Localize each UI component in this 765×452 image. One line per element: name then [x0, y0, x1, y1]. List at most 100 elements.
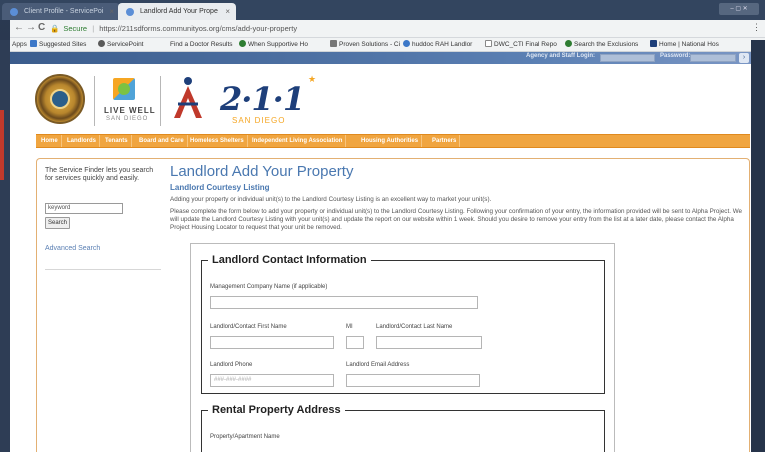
secure-label: Secure — [63, 24, 88, 33]
contact-fieldset: Landlord Contact Information Management … — [201, 254, 605, 394]
back-button[interactable]: ← — [14, 22, 24, 33]
nav-landlords[interactable]: Landlords — [64, 135, 101, 147]
page-title: Landlord Add Your Property — [170, 163, 354, 180]
login-go-button[interactable]: › — [739, 53, 749, 63]
tab-landlord-add-property[interactable]: Landlord Add Your Prope × — [118, 3, 236, 20]
bookmark-icon — [330, 40, 337, 47]
bookmark-exclusions[interactable]: Search the Exclusions — [565, 39, 638, 51]
logo-divider — [94, 76, 95, 126]
sidebar-divider — [45, 269, 161, 270]
bookmark-icon — [485, 40, 492, 47]
county-seal-logo[interactable] — [35, 74, 85, 124]
bookmark-icon — [239, 40, 246, 47]
last-name-input[interactable] — [376, 336, 482, 349]
bookmark-icon — [30, 40, 37, 47]
bookmark-huddoc[interactable]: huddoc RAH Landlor — [403, 39, 472, 51]
bookmark-icon — [403, 40, 410, 47]
bookmark-proven-solutions[interactable]: Proven Solutions - Ci — [330, 39, 400, 51]
bookmark-label: Suggested Sites — [39, 41, 87, 48]
address-url: https://211sdforms.communityos.org/cms/a… — [99, 24, 298, 33]
agency-login-bar: Agency and Staff Login: Password: › — [10, 52, 751, 64]
window-controls[interactable]: – ▢ ✕ — [719, 3, 759, 15]
nav-housing-authorities[interactable]: Housing Authorities — [358, 135, 423, 147]
browser-toolbar: ← → C 🔒 Secure | https://211sdforms.commu… — [10, 20, 765, 38]
live-well-subtitle: SAN DIEGO — [106, 116, 149, 122]
keyword-input[interactable]: keyword — [45, 203, 123, 214]
nav-independent-living[interactable]: Independent Living Association — [249, 135, 347, 147]
rental-fieldset: Rental Property Address Property/Apartme… — [201, 404, 605, 452]
bookmark-icon — [98, 40, 105, 47]
bookmarks-bar: Apps Suggested Sites ServicePoint Find a… — [10, 38, 765, 52]
phone-label: Landlord Phone — [210, 362, 253, 368]
browser-menu-icon[interactable]: ⋮ — [752, 22, 761, 33]
left-window-edge — [0, 40, 10, 452]
bookmark-find-doctor[interactable]: Find a Doctor Results — [170, 39, 233, 51]
page-subtitle: Landlord Courtesy Listing — [170, 183, 270, 192]
bookmark-label: Proven Solutions - Ci — [339, 41, 401, 48]
bookmark-label: Home | National Hos — [659, 41, 719, 48]
reload-button[interactable]: C — [38, 22, 45, 33]
password-label: Password: — [660, 53, 691, 59]
tab-close-icon[interactable]: × — [225, 3, 230, 20]
nav-partners[interactable]: Partners — [429, 135, 461, 147]
nav-homeless-shelters[interactable]: Homeless Shelters — [187, 135, 248, 147]
right-window-edge — [751, 40, 765, 452]
tab-client-profile[interactable]: Client Profile - ServicePoi × — [2, 3, 120, 20]
last-name-label: Landlord/Contact Last Name — [376, 324, 453, 330]
company-label: Management Company Name (if applicable) — [210, 284, 328, 290]
bookmark-dwc-cti[interactable]: DWC_CTI Final Repo — [485, 39, 557, 51]
bookmark-label: Apps — [12, 41, 27, 48]
phone-input[interactable]: ###-###-#### — [210, 374, 334, 387]
bookmark-label: DWC_CTI Final Repo — [494, 41, 557, 48]
nav-tenants[interactable]: Tenants — [102, 135, 132, 147]
first-name-input[interactable] — [210, 336, 334, 349]
email-label: Landlord Email Address — [346, 362, 410, 368]
tab-label: Landlord Add Your Prope — [140, 8, 218, 15]
site-nav: Home Landlords Tenants Board and Care Ho… — [36, 134, 750, 148]
web-page: Agency and Staff Login: Password: › LIVE… — [10, 52, 751, 452]
logo-divider — [160, 76, 161, 126]
rental-legend: Rental Property Address — [212, 404, 341, 416]
live-well-title: LIVE WELL — [104, 106, 156, 115]
bookmark-supportive-housing[interactable]: When Supportive Ho — [239, 39, 308, 51]
search-button[interactable]: Search — [45, 217, 70, 229]
bookmark-icon — [650, 40, 657, 47]
servicepoint-favicon-icon — [10, 8, 18, 16]
advanced-search-link[interactable]: Advanced Search — [45, 245, 100, 252]
bookmark-label: ServicePoint — [107, 41, 144, 48]
first-name-label: Landlord/Contact First Name — [210, 324, 287, 330]
company-input[interactable] — [210, 296, 478, 309]
bookmark-suggested-sites[interactable]: Suggested Sites — [30, 39, 86, 51]
mi-input[interactable] — [346, 336, 364, 349]
logo-211-subtitle: SAN DIEGO — [232, 116, 286, 125]
county-seal-center — [50, 89, 70, 109]
bookmark-apps[interactable]: Apps — [12, 39, 27, 51]
agency-login-input[interactable] — [600, 54, 655, 62]
page-favicon-icon — [126, 8, 134, 16]
agency-login-label: Agency and Staff Login: — [526, 53, 595, 59]
nav-home[interactable]: Home — [38, 135, 62, 147]
address-bar[interactable]: 🔒 Secure | https://211sdforms.communityos… — [50, 22, 750, 36]
alpha-project-logo[interactable] — [170, 76, 206, 120]
bookmark-label: Find a Doctor Results — [170, 41, 233, 48]
star-icon: ★ — [308, 74, 317, 84]
service-finder-intro: The Service Finder lets you search for s… — [45, 167, 154, 182]
mi-label: MI — [346, 324, 353, 330]
bookmark-national-hos[interactable]: Home | National Hos — [650, 39, 719, 51]
landlord-form: Landlord Contact Information Management … — [190, 243, 615, 452]
instructions-paragraph: Please complete the form below to add yo… — [170, 208, 743, 231]
intro-paragraph: Adding your property or individual unit(… — [170, 196, 492, 203]
bookmark-label: huddoc RAH Landlor — [412, 41, 473, 48]
contact-legend: Landlord Contact Information — [212, 254, 367, 266]
email-input[interactable] — [346, 374, 480, 387]
browser-tab-bar: Client Profile - ServicePoi × Landlord A… — [0, 0, 765, 20]
property-label: Property/Apartment Name — [210, 434, 280, 440]
nav-board-and-care[interactable]: Board and Care — [136, 135, 188, 147]
bookmark-icon — [565, 40, 572, 47]
tab-close-icon[interactable]: × — [109, 3, 114, 20]
logo-211[interactable]: 2·1·1 — [220, 80, 305, 118]
password-input[interactable] — [690, 54, 736, 62]
window-accent — [0, 110, 4, 180]
forward-button[interactable]: → — [26, 22, 36, 33]
bookmark-servicepoint[interactable]: ServicePoint — [98, 39, 144, 51]
